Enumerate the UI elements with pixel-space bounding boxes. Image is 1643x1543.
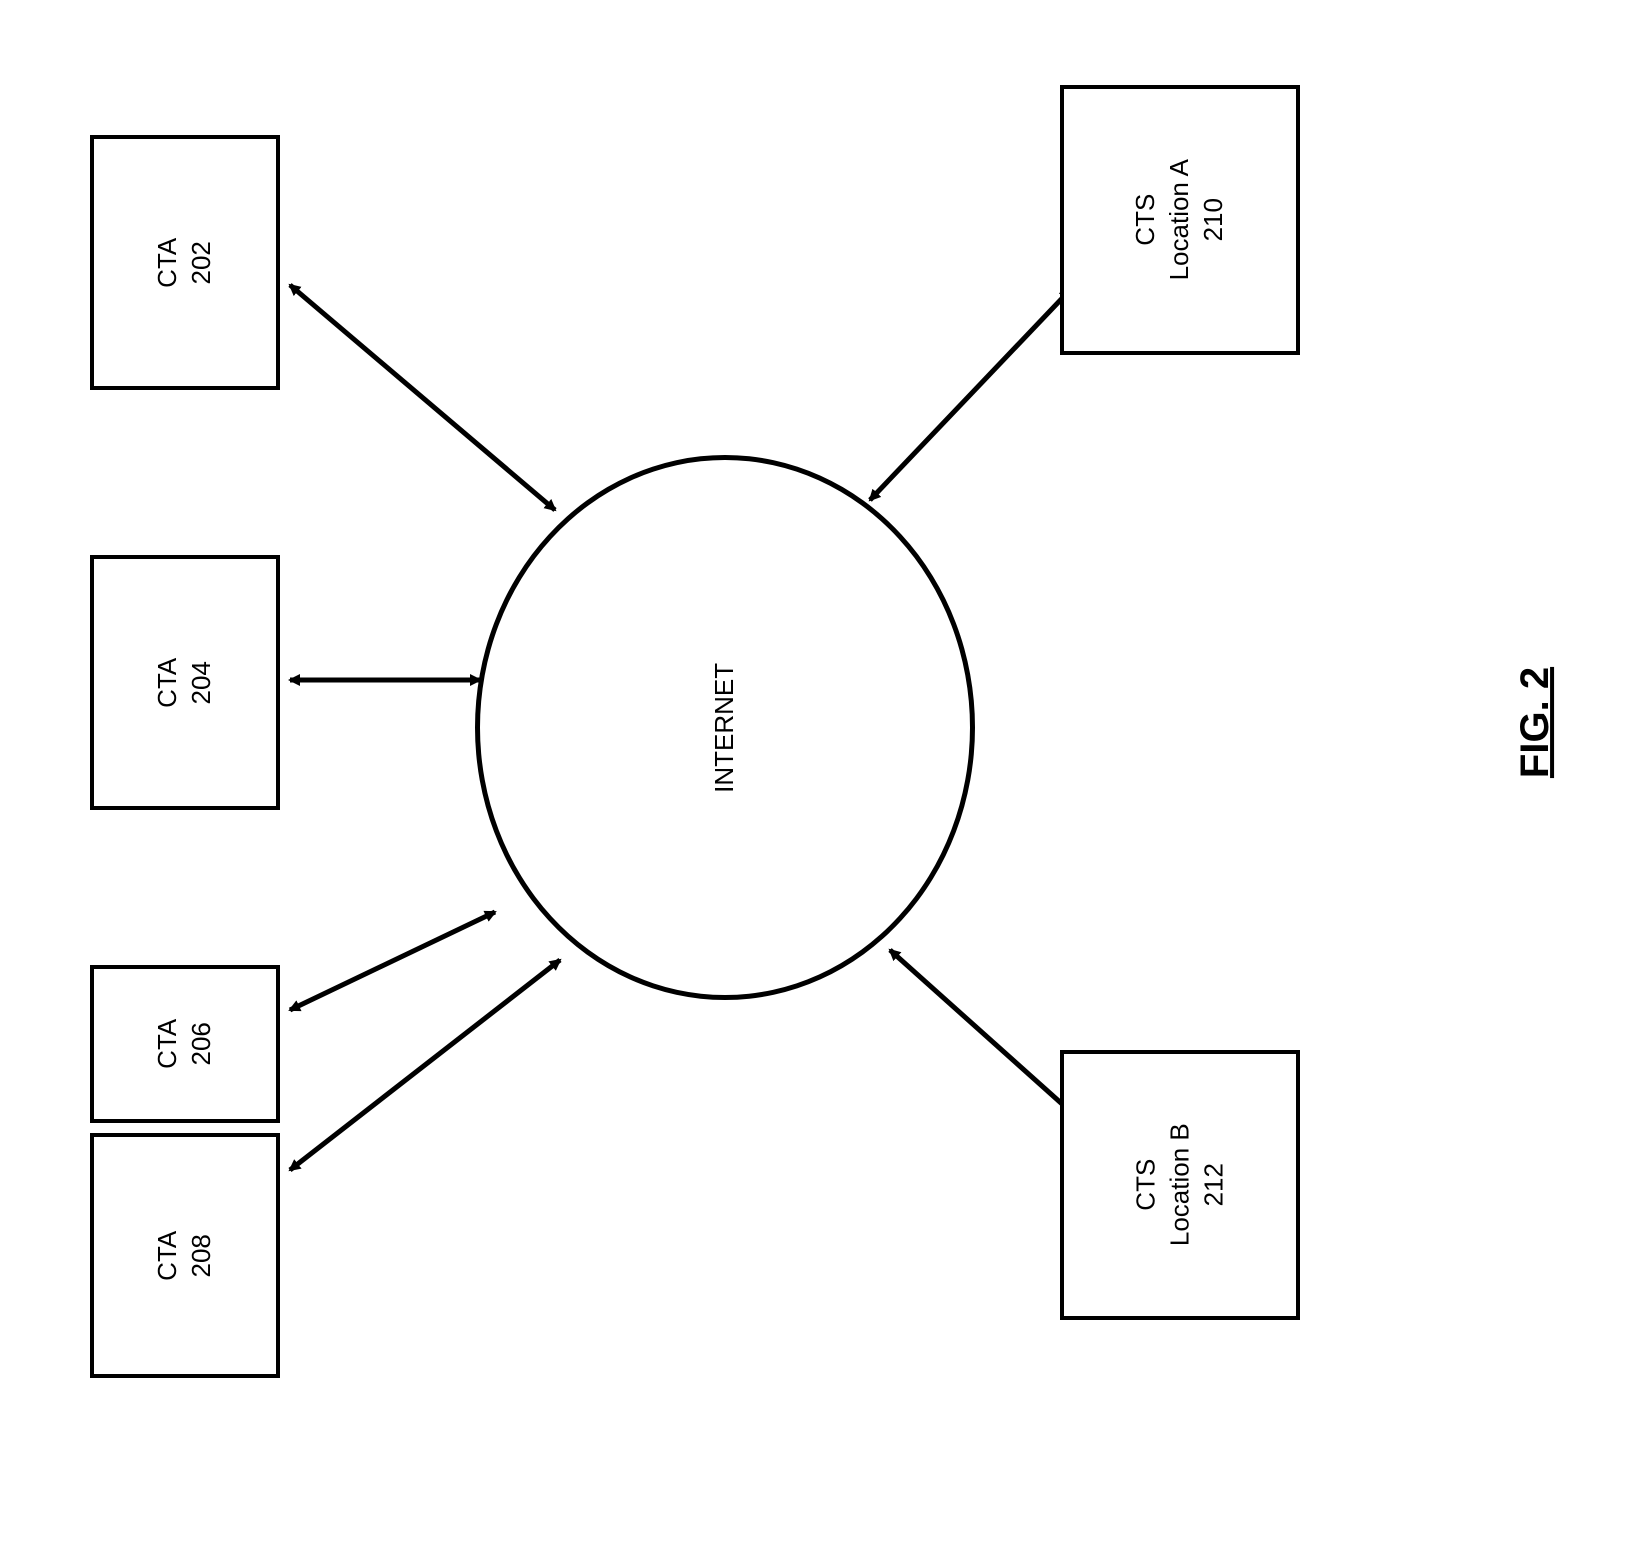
node-ctsB-line3: 212	[1198, 1163, 1228, 1206]
node-ctsA-line3: 210	[1198, 198, 1228, 241]
node-cta202: CTA 202	[90, 135, 280, 390]
node-ctsA-line1: CTS	[1130, 194, 1160, 246]
node-ctsB-line2: Location B	[1164, 1124, 1194, 1247]
figure-caption: FIG. 2	[1513, 667, 1558, 778]
node-cta202-ref: 202	[186, 241, 216, 284]
node-ctsA: CTS Location A 210	[1060, 85, 1300, 355]
diagram-canvas: CTA 202 CTA 204 CTA 206 CTA 208 CTS Loca…	[0, 0, 1643, 1543]
node-cta208-ref: 208	[186, 1234, 216, 1277]
node-cta206: CTA 206	[90, 965, 280, 1123]
node-cta204: CTA 204	[90, 555, 280, 810]
node-cta204-ref: 204	[186, 661, 216, 704]
arrow-ctsB-internet	[890, 950, 1080, 1120]
arrow-cta208-internet	[290, 960, 560, 1170]
node-ctsA-line2: Location A	[1164, 159, 1194, 280]
node-cta202-label: CTA	[152, 237, 182, 287]
node-internet-label: INTERNET	[708, 662, 742, 792]
arrow-cta202-internet	[290, 285, 555, 510]
node-internet: INTERNET	[475, 455, 975, 1000]
node-ctsB: CTS Location B 212	[1060, 1050, 1300, 1320]
node-cta206-ref: 206	[186, 1022, 216, 1065]
arrow-ctsA-internet	[870, 290, 1070, 500]
node-cta206-label: CTA	[152, 1019, 182, 1069]
node-cta204-label: CTA	[152, 657, 182, 707]
node-cta208-label: CTA	[152, 1230, 182, 1280]
arrow-cta206-internet	[290, 912, 495, 1010]
node-cta208: CTA 208	[90, 1133, 280, 1378]
node-ctsB-line1: CTS	[1130, 1159, 1160, 1211]
